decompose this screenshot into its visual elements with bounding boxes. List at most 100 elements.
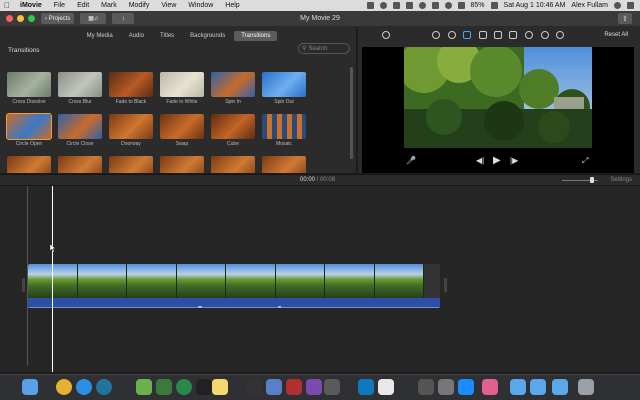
imovie-icon[interactable] [306,379,322,395]
playhead[interactable] [52,186,53,372]
transition-tile[interactable] [211,114,255,139]
skip-forward-icon[interactable]: |▶ [510,156,518,165]
color-correction-icon[interactable] [448,31,456,39]
file-merge-icon[interactable] [418,379,434,395]
maps-icon[interactable] [136,379,152,395]
play-icon[interactable]: ▶ [493,155,501,166]
wordpress-icon[interactable] [96,379,112,395]
menu-mark[interactable]: Mark [95,2,123,9]
transition-tile[interactable] [6,113,52,140]
magic-wand-icon[interactable] [382,31,390,39]
battery-percent[interactable]: 85% [471,2,485,9]
share-button[interactable]: ⇧ [618,13,632,24]
tab-backgrounds[interactable]: Backgrounds [183,31,232,41]
minimize-window-button[interactable] [17,15,24,22]
clip-right-handle[interactable] [444,278,447,292]
wifi-icon[interactable] [444,2,452,9]
audio-waveform[interactable] [28,298,440,308]
transition-tile[interactable] [160,72,204,97]
speed-icon[interactable] [525,31,533,39]
trash-icon[interactable] [578,379,594,395]
transition-tile[interactable] [58,72,102,97]
microphone-icon[interactable]: 🎤 [406,156,416,165]
app-store-icon[interactable] [458,379,474,395]
tab-transitions[interactable]: Transitions [234,31,278,41]
transition-tile[interactable] [262,156,306,173]
zoom-window-button[interactable] [28,15,35,22]
wifi-status-icon[interactable] [405,2,413,9]
screen-icon[interactable] [392,2,400,9]
reset-all-button[interactable]: Reset All [604,32,628,38]
menu-view[interactable]: View [155,2,182,9]
tab-my-media[interactable]: My Media [80,31,120,41]
system-uninstaller-icon[interactable] [156,379,172,395]
info-icon[interactable] [556,31,564,39]
video-preview[interactable] [404,47,592,148]
dropbox-icon[interactable] [366,2,374,9]
fullscreen-icon[interactable]: ⤢ [582,156,588,166]
transition-tile[interactable] [211,72,255,97]
user-name[interactable]: Alex Fullam [571,2,608,9]
stabilization-icon[interactable] [479,31,487,39]
menu-modify[interactable]: Modify [123,2,156,9]
projects-button[interactable]: ‹ Projects [41,13,75,24]
timeline[interactable] [0,186,640,372]
transition-tile[interactable] [58,114,102,139]
crop-icon[interactable] [463,31,471,39]
color-balance-icon[interactable] [432,31,440,39]
transition-tile[interactable] [109,72,153,97]
finder-icon[interactable] [22,379,38,395]
onyx-icon[interactable] [176,379,192,395]
notes-icon[interactable] [212,379,228,395]
browser-scrollbar[interactable] [350,67,353,159]
spotlight-icon[interactable] [614,2,621,9]
noise-reduction-icon[interactable] [509,31,517,39]
terminal-icon[interactable] [196,379,212,395]
time-machine-icon[interactable] [418,2,426,9]
bluetooth-icon[interactable] [431,2,439,9]
photo-booth-icon[interactable] [286,379,302,395]
menu-app-name[interactable]: iMovie [14,2,48,9]
import-button[interactable]: ↓ [112,13,135,24]
scanner-icon[interactable] [246,379,262,395]
tab-titles[interactable]: Titles [153,31,181,41]
tab-audio[interactable]: Audio [122,31,151,41]
search-field[interactable]: ⚲ Search [298,43,350,54]
volume-status-icon[interactable] [457,2,465,9]
trello-icon[interactable] [358,379,374,395]
battery-icon[interactable] [490,2,498,9]
folder-icon[interactable] [510,379,526,395]
media-view-toggle[interactable]: ▦♫ [80,13,107,24]
transition-tile[interactable] [211,156,255,173]
chrome-icon[interactable] [56,379,72,395]
transition-tile[interactable] [7,156,51,173]
downloads-icon[interactable] [552,379,568,395]
close-window-button[interactable] [6,15,13,22]
transition-tile[interactable] [109,156,153,173]
photos-icon[interactable] [482,379,498,395]
preview-icon[interactable] [266,379,282,395]
safari-icon[interactable] [76,379,92,395]
zoom-slider-knob[interactable] [590,177,594,183]
skip-back-icon[interactable]: ◀| [476,156,484,165]
menu-file[interactable]: File [48,2,71,9]
transition-tile[interactable] [58,156,102,173]
clock[interactable]: Sat Aug 1 10:46 AM [504,2,566,9]
transition-tile[interactable] [262,72,306,97]
transition-tile[interactable] [7,72,51,97]
video-clip[interactable] [28,264,440,298]
clip-left-handle[interactable] [22,278,25,292]
timeline-settings-button[interactable]: Settings [610,177,632,183]
disk-utility-icon[interactable] [438,379,454,395]
menu-edit[interactable]: Edit [71,2,95,9]
archive-icon[interactable] [324,379,340,395]
folder-2-icon[interactable] [530,379,546,395]
volume-icon[interactable] [494,31,502,39]
menu-help[interactable]: Help [219,2,245,9]
transition-tile[interactable] [109,114,153,139]
sync-icon[interactable] [379,2,387,9]
lists-icon[interactable] [378,379,394,395]
transition-tile[interactable] [160,114,204,139]
apple-icon[interactable]:  [0,1,14,10]
menu-window[interactable]: Window [182,2,219,9]
